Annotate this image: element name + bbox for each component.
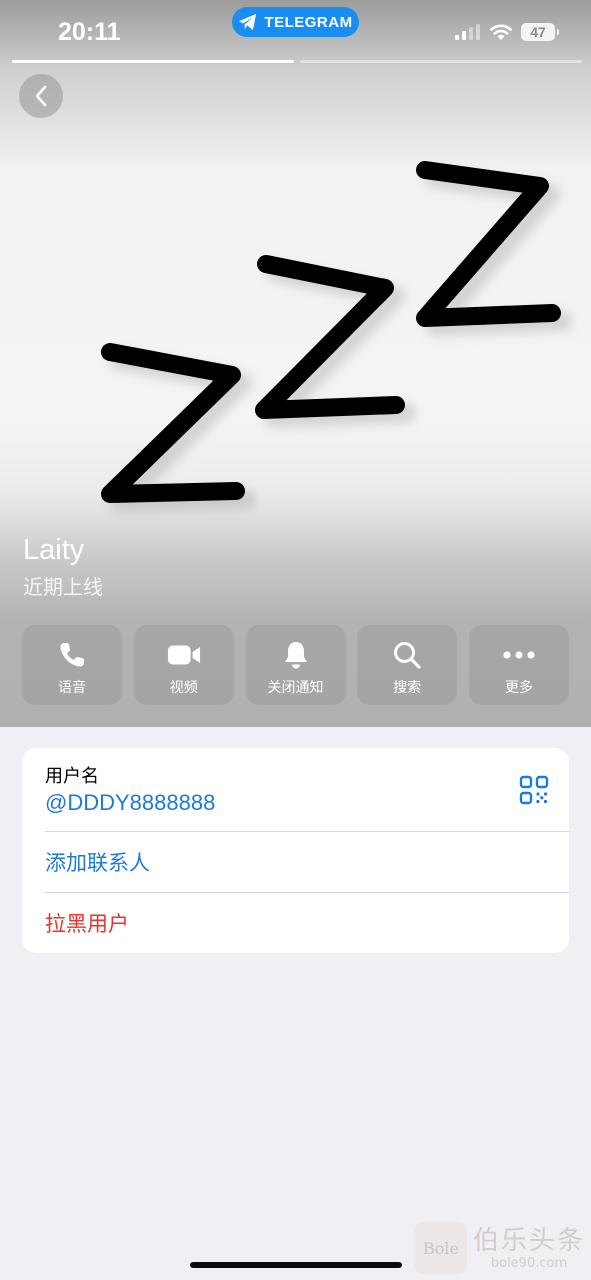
more-button[interactable]: 更多 bbox=[469, 625, 569, 705]
watermark-logo: Bole bbox=[414, 1222, 467, 1274]
bell-icon bbox=[284, 642, 307, 669]
username-row[interactable]: 用户名 @DDDY8888888 bbox=[22, 748, 569, 831]
watermark-text: 伯乐头条 bbox=[472, 1225, 585, 1256]
profile-info-card: 用户名 @DDDY8888888 添加联系人 拉黑用户 bbox=[22, 748, 569, 953]
profile-header: 20:11 TELEGRAM 47 Laity 近期上线 语音 视频 关闭通知 … bbox=[0, 0, 591, 727]
battery-indicator: 47 bbox=[521, 23, 559, 41]
video-icon bbox=[167, 645, 200, 665]
voice-call-label: 语音 bbox=[58, 680, 86, 696]
voice-call-button[interactable]: 语音 bbox=[22, 625, 122, 705]
wifi-icon bbox=[490, 24, 512, 40]
phone-icon bbox=[60, 643, 84, 667]
watermark-url: bole90.com bbox=[490, 1255, 568, 1271]
story-bar-next bbox=[300, 60, 582, 63]
more-icon bbox=[503, 651, 535, 659]
add-contact-button[interactable]: 添加联系人 bbox=[22, 832, 569, 892]
action-bar: 语音 视频 关闭通知 搜索 更多 bbox=[22, 625, 569, 705]
qr-code-icon[interactable] bbox=[519, 775, 549, 805]
profile-photo-zzz bbox=[101, 161, 572, 512]
username-value[interactable]: @DDDY8888888 bbox=[45, 790, 215, 816]
back-button[interactable] bbox=[19, 74, 63, 118]
block-user-button[interactable]: 拉黑用户 bbox=[22, 893, 569, 953]
search-label: 搜索 bbox=[393, 680, 422, 696]
status-icons: 47 bbox=[455, 23, 559, 41]
search-button[interactable]: 搜索 bbox=[357, 625, 458, 705]
signal-icon bbox=[455, 24, 480, 40]
chevron-left-icon bbox=[35, 85, 47, 107]
telegram-pill[interactable]: TELEGRAM bbox=[232, 7, 359, 37]
story-progress bbox=[12, 60, 582, 63]
profile-last-seen: 近期上线 bbox=[23, 575, 103, 599]
profile-name: Laity bbox=[23, 534, 85, 566]
status-time: 20:11 bbox=[58, 18, 121, 46]
site-watermark: Bole 伯乐头条 bole90.com bbox=[414, 1222, 585, 1274]
video-call-label: 视频 bbox=[169, 680, 198, 696]
telegram-icon bbox=[239, 13, 257, 31]
telegram-pill-label: TELEGRAM bbox=[264, 13, 353, 31]
story-bar-current bbox=[12, 60, 294, 63]
more-label: 更多 bbox=[505, 680, 533, 696]
home-indicator[interactable] bbox=[190, 1262, 402, 1268]
mute-button[interactable]: 关闭通知 bbox=[245, 625, 346, 705]
video-call-button[interactable]: 视频 bbox=[133, 625, 234, 705]
search-icon bbox=[394, 642, 421, 669]
mute-label: 关闭通知 bbox=[267, 680, 324, 696]
username-caption: 用户名 bbox=[45, 766, 99, 787]
